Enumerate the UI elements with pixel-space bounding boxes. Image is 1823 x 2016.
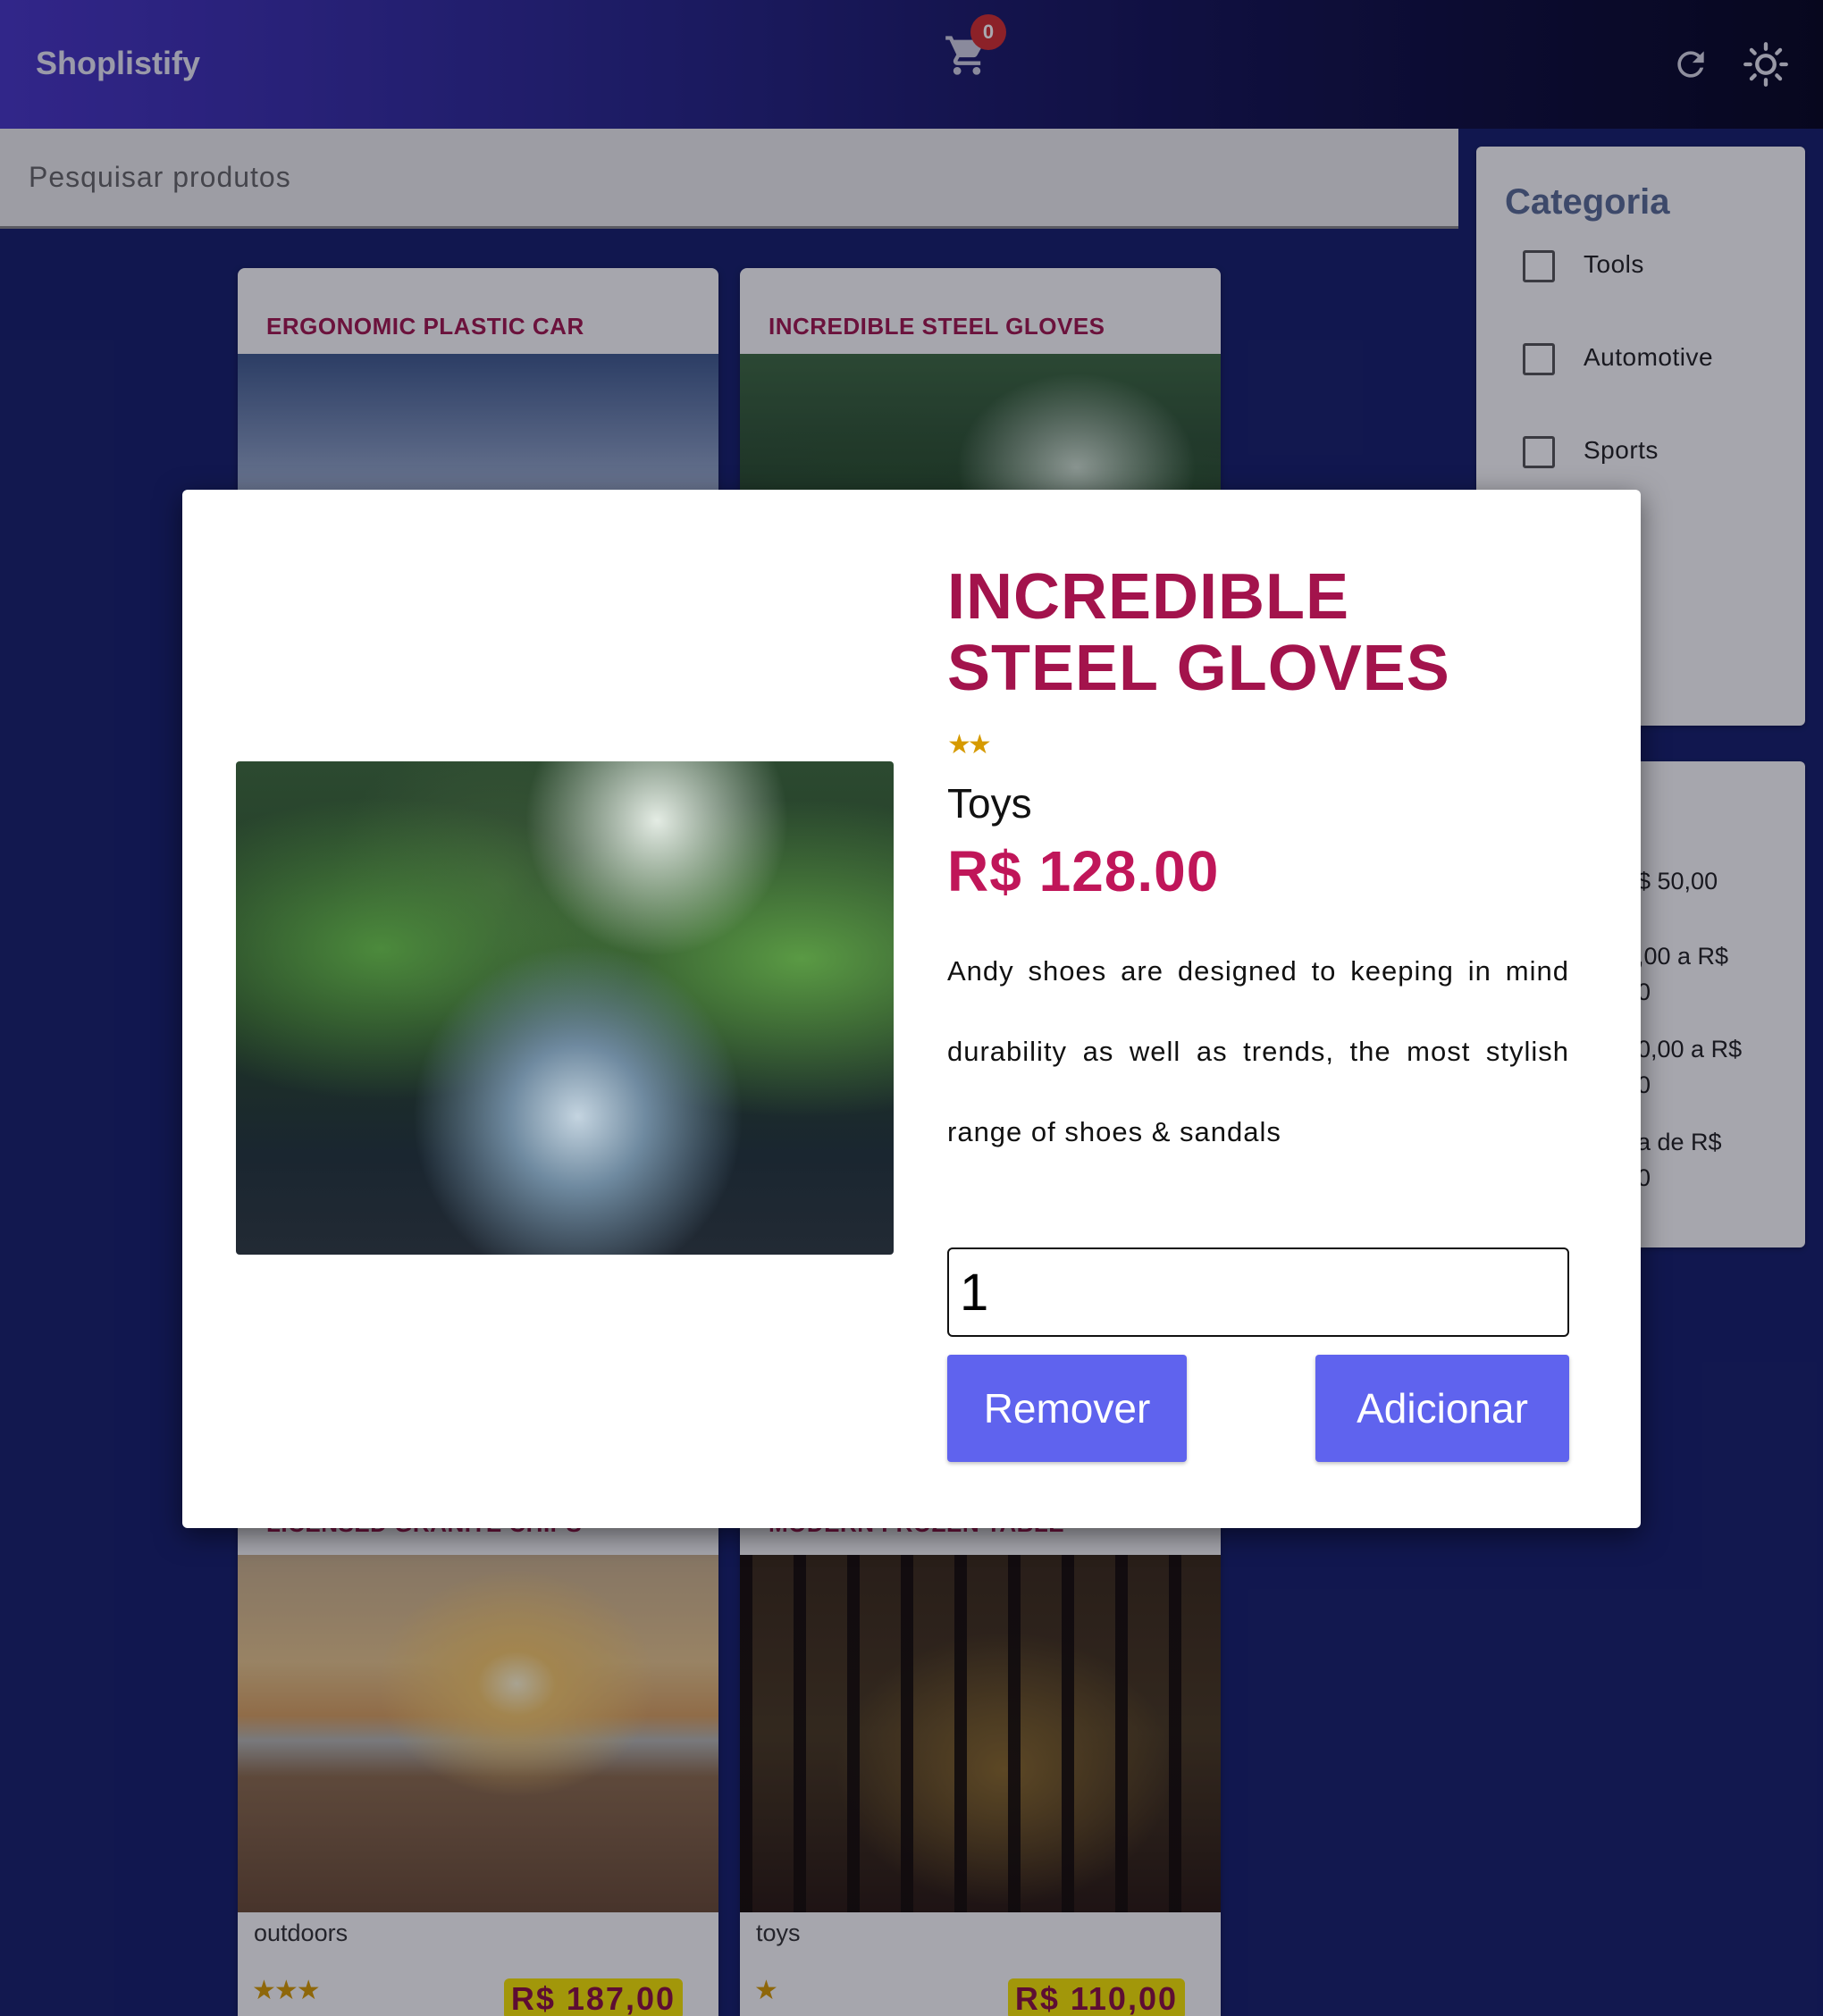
product-description: Andy shoes are designed to keeping in mi… bbox=[947, 955, 1569, 1147]
rating-stars: ★★ bbox=[947, 730, 992, 760]
product-category: Toys bbox=[947, 780, 1032, 827]
product-detail-modal: INCREDIBLE STEEL GLOVES ★★ Toys R$ 128.0… bbox=[182, 490, 1641, 1528]
quantity-input[interactable] bbox=[947, 1247, 1569, 1337]
product-price: R$ 128.00 bbox=[947, 839, 1220, 903]
add-to-cart-button[interactable]: Adicionar bbox=[1315, 1355, 1569, 1462]
product-image bbox=[236, 761, 894, 1255]
product-info: INCREDIBLE STEEL GLOVES ★★ Toys R$ 128.0… bbox=[947, 561, 1569, 1172]
product-title: INCREDIBLE STEEL GLOVES bbox=[947, 561, 1450, 704]
remove-button[interactable]: Remover bbox=[947, 1355, 1187, 1462]
